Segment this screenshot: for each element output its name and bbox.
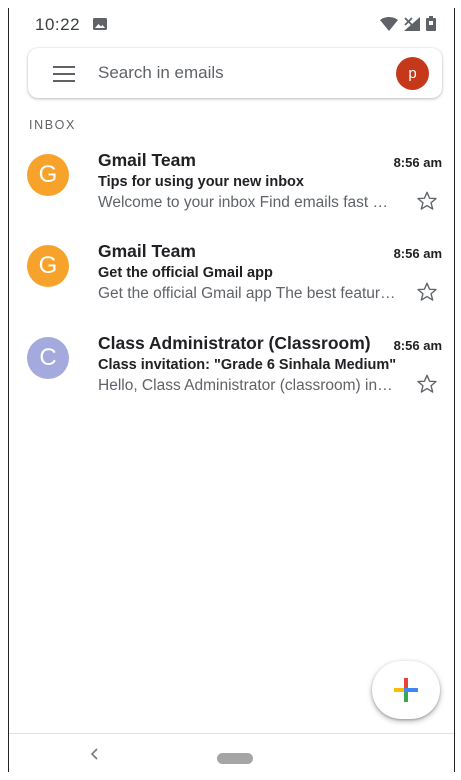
status-bar: 10:22 xyxy=(9,8,454,42)
email-time: 8:56 am xyxy=(393,246,442,261)
email-subject: Class invitation: "Grade 6 Sinhala Mediu… xyxy=(98,357,397,373)
star-icon[interactable] xyxy=(416,281,438,303)
image-icon xyxy=(93,18,107,30)
email-time: 8:56 am xyxy=(393,155,442,170)
email-snippet: Hello, Class Administrator (classroom) i… xyxy=(98,377,398,394)
search-input[interactable] xyxy=(98,61,358,85)
menu-icon[interactable] xyxy=(53,66,75,82)
account-avatar[interactable]: p xyxy=(396,57,429,90)
no-signal-icon xyxy=(404,16,420,31)
email-subject: Tips for using your new inbox xyxy=(98,174,304,190)
email-snippet: Get the official Gmail app The best feat… xyxy=(98,285,398,302)
email-sender: Gmail Team xyxy=(98,150,196,170)
battery-icon xyxy=(426,16,436,31)
status-icons xyxy=(380,16,436,31)
email-subject: Get the official Gmail app xyxy=(98,265,273,281)
sender-avatar[interactable]: G xyxy=(27,154,69,196)
back-icon[interactable] xyxy=(90,748,100,760)
compose-button[interactable] xyxy=(372,661,440,719)
section-label-inbox: INBOX xyxy=(29,118,76,132)
sender-avatar[interactable]: G xyxy=(27,245,69,287)
system-nav-bar xyxy=(9,733,454,772)
email-time: 8:56 am xyxy=(393,338,442,353)
email-row[interactable]: G Gmail Team 8:56 am Get the official Gm… xyxy=(9,241,454,331)
star-icon[interactable] xyxy=(416,190,438,212)
star-icon[interactable] xyxy=(416,373,438,395)
plus-icon xyxy=(394,678,418,702)
home-pill[interactable] xyxy=(217,753,253,764)
email-snippet: Welcome to your inbox Find emails fast W… xyxy=(98,194,398,211)
search-bar[interactable]: p xyxy=(28,48,442,98)
app-frame: 10:22 p INBOX xyxy=(8,8,455,772)
email-sender: Gmail Team xyxy=(98,241,196,261)
email-row[interactable]: G Gmail Team 8:56 am Tips for using your… xyxy=(9,150,454,240)
status-time: 10:22 xyxy=(35,15,81,34)
sender-avatar[interactable]: C xyxy=(27,337,69,379)
wifi-icon xyxy=(380,16,398,31)
email-sender: Class Administrator (Classroom) xyxy=(98,333,371,353)
email-row[interactable]: C Class Administrator (Classroom) 8:56 a… xyxy=(9,333,454,423)
